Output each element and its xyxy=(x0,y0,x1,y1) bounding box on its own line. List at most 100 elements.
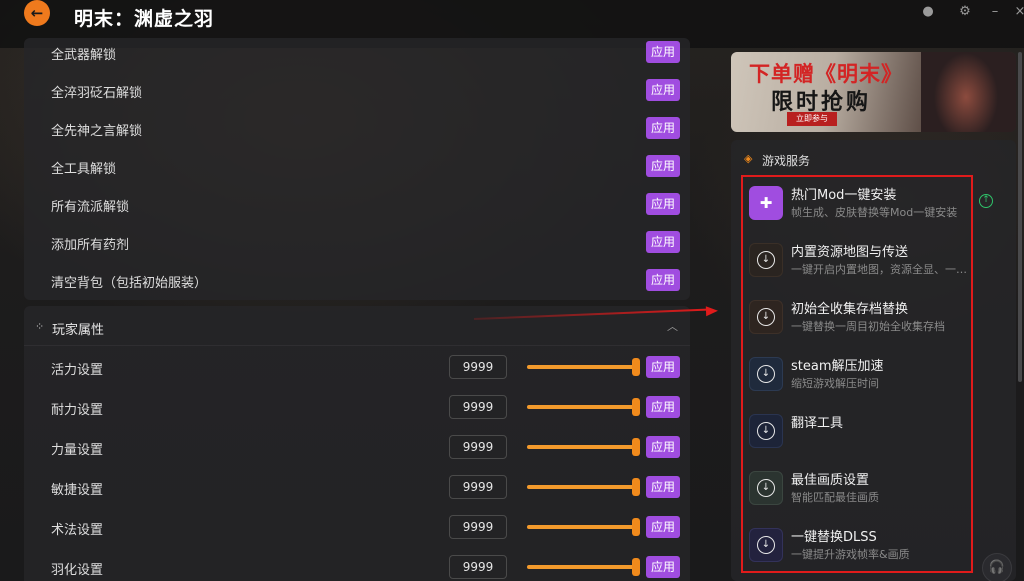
grid-icon: ⁘ xyxy=(35,320,45,333)
unlock-label: 全武器解锁 xyxy=(51,48,117,63)
service-title: 最佳画质设置 xyxy=(791,473,870,488)
download-icon: ↓ xyxy=(749,471,783,505)
download-icon: ↓ xyxy=(749,528,783,562)
apply-button[interactable]: 应用 xyxy=(646,356,680,378)
unlock-label: 所有流派解锁 xyxy=(51,200,130,215)
attribute-value-input[interactable]: 9999 xyxy=(449,555,507,579)
scrollbar[interactable] xyxy=(1018,52,1022,382)
attribute-row: 活力设置 9999 应用 xyxy=(24,353,690,383)
promo-banner[interactable]: 下单赠《明末》 限时抢购 立即参与 xyxy=(731,52,1016,132)
attribute-slider[interactable] xyxy=(527,485,637,489)
download-icon: ↓ xyxy=(749,414,783,448)
attribute-label: 敏捷设置 xyxy=(51,483,104,498)
service-title: 热门Mod一键安装 xyxy=(791,188,897,203)
apply-button[interactable]: 应用 xyxy=(646,476,680,498)
annotation-arrow-head xyxy=(705,305,719,317)
service-item[interactable]: ↓ 初始全收集存档替换 一键替换一周目初始全收集存档 xyxy=(749,290,979,342)
section-header[interactable]: ⁘ 玩家属性 ︿ xyxy=(24,306,690,346)
service-item[interactable]: ↓ 内置资源地图与传送 一键开启内置地图，资源全显、一键传送 xyxy=(749,233,979,285)
apply-button[interactable]: 应用 xyxy=(646,396,680,418)
unlock-row: 清空背包（包括初始服装） 应用 xyxy=(24,266,690,296)
unlock-label: 全淬羽砭石解锁 xyxy=(51,86,143,101)
attribute-label: 术法设置 xyxy=(51,523,104,538)
apply-button[interactable]: 应用 xyxy=(646,79,680,101)
slider-thumb[interactable] xyxy=(632,558,640,576)
unlock-row: 全工具解锁 应用 xyxy=(24,152,690,182)
unlock-row: 所有流派解锁 应用 xyxy=(24,190,690,220)
attribute-value-input[interactable]: 9999 xyxy=(449,395,507,419)
apply-button[interactable]: 应用 xyxy=(646,155,680,177)
unlock-label: 全先神之言解锁 xyxy=(51,124,143,139)
service-item[interactable]: ✚ 热门Mod一键安装 帧生成、皮肤替换等Mod一键安装 xyxy=(749,176,979,228)
unlock-label: 清空背包（包括初始服装） xyxy=(51,276,208,291)
service-title: 一键替换DLSS xyxy=(791,530,877,545)
service-item[interactable]: ↓ 翻译工具 xyxy=(749,404,979,456)
attribute-value-input[interactable]: 9999 xyxy=(449,515,507,539)
service-title: 翻译工具 xyxy=(791,416,844,431)
attribute-slider[interactable] xyxy=(527,525,637,529)
apply-button[interactable]: 应用 xyxy=(646,556,680,578)
banner-cta-button[interactable]: 立即参与 xyxy=(787,112,837,126)
back-button[interactable]: ← xyxy=(24,0,50,26)
banner-character-image xyxy=(921,52,1016,132)
apply-button[interactable]: 应用 xyxy=(646,41,680,63)
close-icon[interactable]: × xyxy=(1012,4,1024,20)
attribute-row: 力量设置 9999 应用 xyxy=(24,433,690,463)
service-item[interactable]: ↓ 最佳画质设置 智能匹配最佳画质 xyxy=(749,461,979,513)
apply-button[interactable]: 应用 xyxy=(646,193,680,215)
service-item[interactable]: ↓ steam解压加速 缩短游戏解压时间 xyxy=(749,347,979,399)
service-title: 初始全收集存档替换 xyxy=(791,302,909,317)
service-desc: 缩短游戏解压时间 xyxy=(791,377,879,390)
service-title: steam解压加速 xyxy=(791,359,884,374)
attribute-value-input[interactable]: 9999 xyxy=(449,435,507,459)
unlock-label: 全工具解锁 xyxy=(51,162,117,177)
unlock-panel: 全武器解锁 应用 全淬羽砭石解锁 应用 全先神之言解锁 应用 全工具解锁 应用 … xyxy=(24,38,690,300)
slider-thumb[interactable] xyxy=(632,478,640,496)
unlock-row: 全淬羽砭石解锁 应用 xyxy=(24,76,690,106)
unlock-row: 添加所有药剂 应用 xyxy=(24,228,690,258)
download-icon: ↓ xyxy=(749,300,783,334)
attribute-slider[interactable] xyxy=(527,445,637,449)
attribute-slider[interactable] xyxy=(527,365,637,369)
update-icon[interactable]: ↑ xyxy=(979,194,993,208)
attribute-slider[interactable] xyxy=(527,565,637,569)
attribute-label: 活力设置 xyxy=(51,363,104,378)
chevron-up-icon[interactable]: ︿ xyxy=(667,318,678,334)
service-item[interactable]: ↓ 一键替换DLSS 一键提升游戏帧率&画质 xyxy=(749,518,979,570)
minimize-icon[interactable]: – xyxy=(987,4,1003,20)
service-desc: 一键替换一周目初始全收集存档 xyxy=(791,320,945,333)
service-desc: 一键开启内置地图，资源全显、一键传送 xyxy=(791,263,976,276)
arrow-left-icon: ← xyxy=(30,4,44,22)
player-attributes-panel: ⁘ 玩家属性 ︿ 活力设置 9999 应用 耐力设置 9999 应用 力量设置 … xyxy=(24,306,690,581)
slider-thumb[interactable] xyxy=(632,358,640,376)
apply-button[interactable]: 应用 xyxy=(646,269,680,291)
attribute-slider[interactable] xyxy=(527,405,637,409)
attribute-row: 耐力设置 9999 应用 xyxy=(24,393,690,423)
slider-thumb[interactable] xyxy=(632,518,640,536)
download-icon: ↓ xyxy=(749,357,783,391)
download-icon: ↓ xyxy=(749,243,783,277)
cube-icon: ◈ xyxy=(744,152,753,165)
apply-button[interactable]: 应用 xyxy=(646,516,680,538)
attribute-row: 术法设置 9999 应用 xyxy=(24,513,690,543)
attribute-row: 敏捷设置 9999 应用 xyxy=(24,473,690,503)
headset-icon[interactable]: 🎧 xyxy=(982,553,1012,581)
apply-button[interactable]: 应用 xyxy=(646,117,680,139)
section-title: 玩家属性 xyxy=(52,323,105,338)
settings-icon[interactable]: ⚙ xyxy=(957,4,973,20)
user-icon[interactable]: ● xyxy=(920,4,936,20)
attribute-label: 力量设置 xyxy=(51,443,104,458)
attribute-value-input[interactable]: 9999 xyxy=(449,355,507,379)
attribute-row: 羽化设置 9999 应用 xyxy=(24,553,690,581)
service-title: 内置资源地图与传送 xyxy=(791,245,909,260)
slider-thumb[interactable] xyxy=(632,398,640,416)
unlock-label: 添加所有药剂 xyxy=(51,238,130,253)
mod-icon: ✚ xyxy=(749,186,783,220)
service-desc: 一键提升游戏帧率&画质 xyxy=(791,548,910,561)
services-title: 游戏服务 xyxy=(762,154,811,168)
slider-thumb[interactable] xyxy=(632,438,640,456)
apply-button[interactable]: 应用 xyxy=(646,231,680,253)
apply-button[interactable]: 应用 xyxy=(646,436,680,458)
service-desc: 智能匹配最佳画质 xyxy=(791,491,879,504)
attribute-value-input[interactable]: 9999 xyxy=(449,475,507,499)
